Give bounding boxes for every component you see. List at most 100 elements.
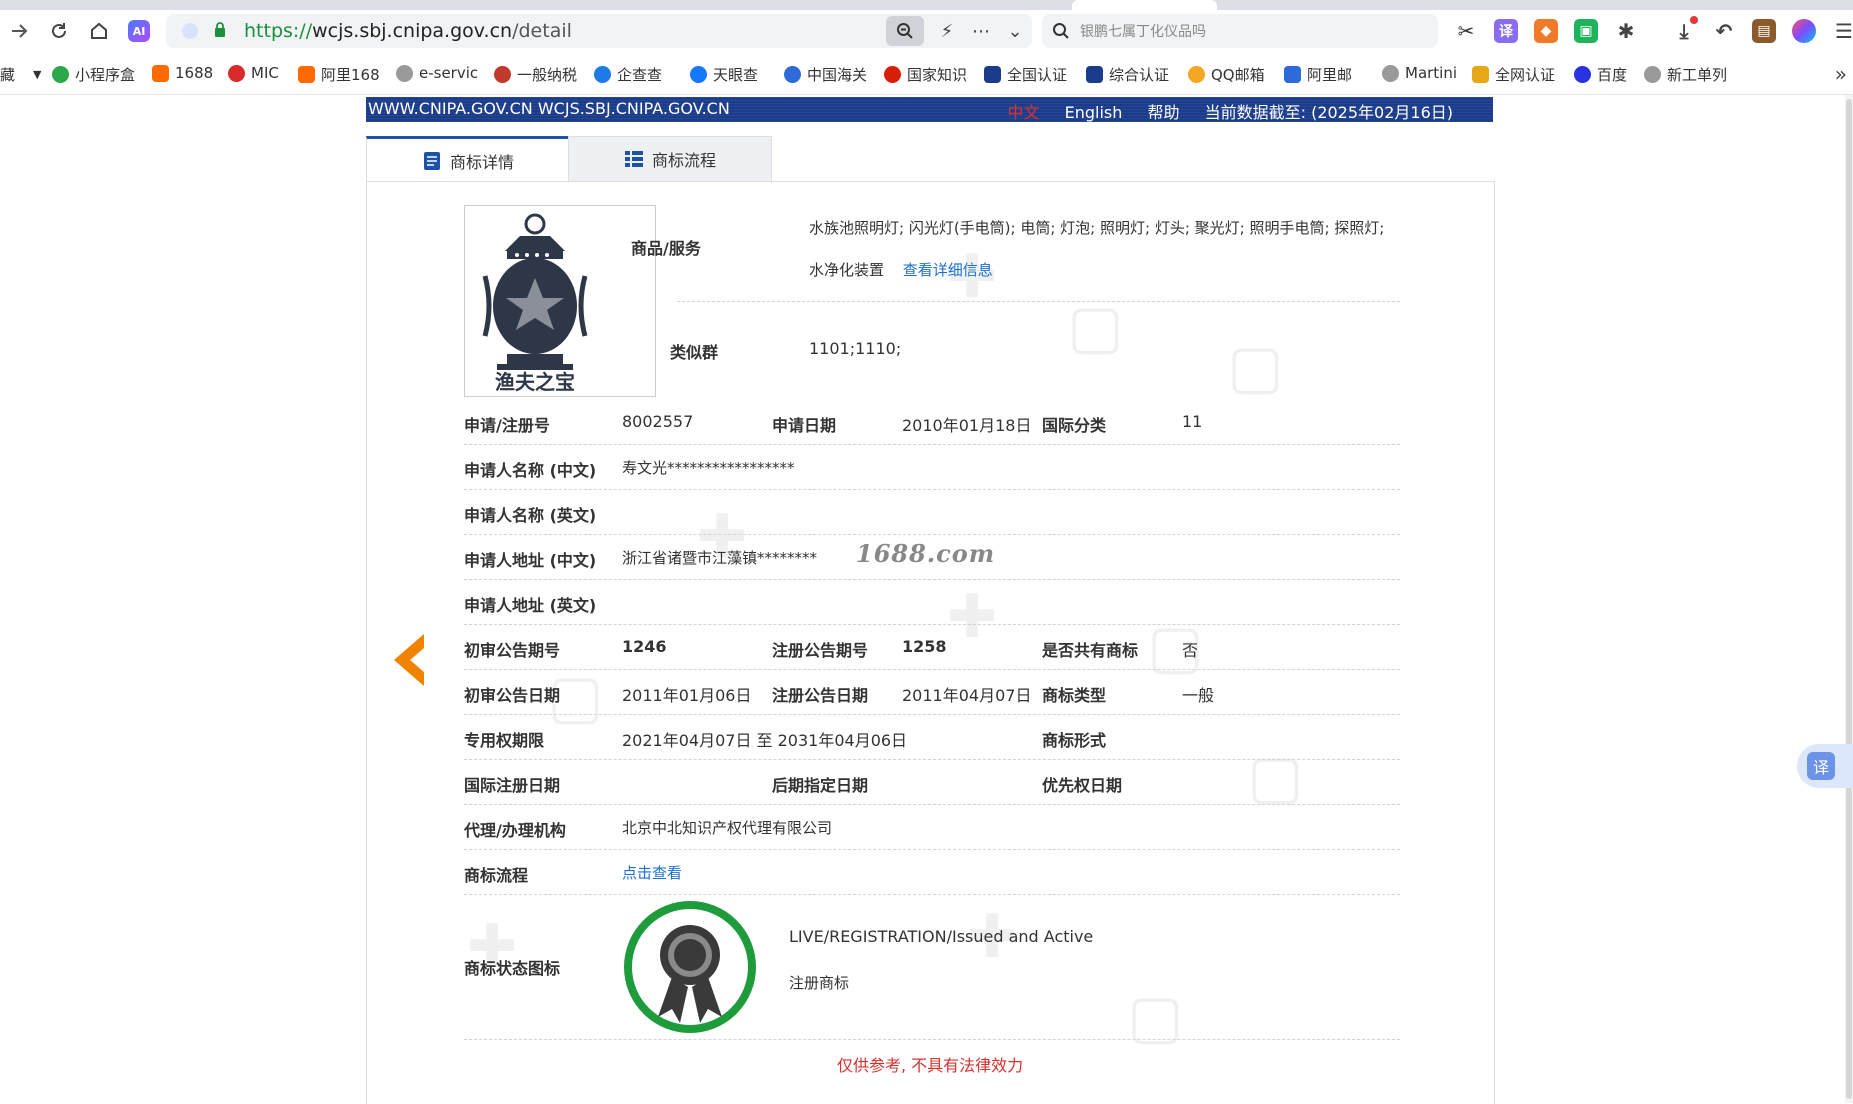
url-scheme: https:// [244, 20, 313, 42]
url-path: /detail [512, 20, 572, 42]
bookmark-label: 综合认证 [1109, 66, 1170, 84]
lang-zh-link[interactable]: 中文 [1008, 103, 1040, 122]
row-divider [464, 849, 1400, 850]
forward-icon[interactable] [4, 16, 34, 46]
green-ext-icon[interactable]: ▣ [1574, 19, 1598, 43]
bookmark-favicon-icon [784, 66, 801, 83]
page-scrollbar[interactable] [1845, 95, 1853, 1103]
bookmark-0[interactable]: 藏 ▼ [0, 64, 41, 85]
bookmark-label: 1688 [175, 64, 214, 82]
view-process-link[interactable]: 点击查看 [622, 862, 682, 883]
agent-label: 代理/办理机构 [464, 821, 566, 840]
bookmark-10[interactable]: 国家知识 [884, 64, 967, 85]
prelim-date-value: 2011年01月06日 [622, 686, 752, 705]
term-value: 2021年04月07日 至 2031年04月06日 [622, 731, 908, 750]
bookmark-label: QQ邮箱 [1211, 66, 1265, 84]
prelim-no-value: 1246 [622, 637, 667, 656]
app-date-label: 申请日期 [772, 416, 837, 435]
bookmark-favicon-icon [1284, 66, 1301, 83]
scrollbar-thumb[interactable] [1846, 99, 1852, 1099]
bookmark-13[interactable]: QQ邮箱 [1188, 64, 1265, 85]
bookmark-7[interactable]: 企查查 [594, 64, 662, 85]
row-divider [464, 444, 1400, 445]
lock-icon[interactable] [214, 22, 226, 37]
reg-no-value: 8002557 [622, 412, 694, 431]
bookmark-1[interactable]: 小程序盒 [52, 64, 135, 85]
translate-ext-icon[interactable]: 译 [1494, 19, 1518, 43]
detail-card: ✚ ▢ ▢ ✚ ✚ ▢ ▢ ▢ ✚ ✚ ▢ 渔夫之宝 商品/服务 水族池照明灯;… [366, 181, 1495, 1104]
browser-toolbar: AI https://wcjs.sbj.cnipa.gov.cn/detail … [0, 10, 1853, 52]
bookmark-label: Martini [1405, 64, 1458, 82]
trademark-form-label: 商标形式 [1042, 731, 1107, 750]
chevron-down-icon[interactable]: ▼ [33, 68, 41, 81]
bookmark-favicon-icon [984, 66, 1001, 83]
address-bar[interactable]: https://wcjs.sbj.cnipa.gov.cn/detail ⚡ ⋯… [166, 14, 1032, 48]
reload-icon[interactable] [44, 16, 74, 46]
profile-avatar-icon[interactable] [1792, 19, 1816, 43]
bookmark-16[interactable]: 全网认证 [1472, 64, 1555, 85]
bookmark-8[interactable]: 天眼查 [690, 64, 758, 85]
bookmark-12[interactable]: 综合认证 [1086, 64, 1169, 85]
bookmark-18[interactable]: 新工单列 [1644, 64, 1727, 85]
tab-trademark-detail[interactable]: 商标详情 [366, 136, 570, 182]
scissors-icon[interactable]: ✂ [1454, 19, 1478, 43]
reg-pub-no-value: 1258 [902, 637, 947, 656]
site-info-icon[interactable] [182, 23, 198, 39]
later-designation-label: 后期指定日期 [772, 776, 869, 795]
list-icon [624, 151, 643, 167]
previous-arrow-icon[interactable] [388, 630, 428, 690]
reg-no-label: 申请/注册号 [464, 416, 550, 435]
bookmark-5[interactable]: e-servic [396, 64, 478, 82]
briefcase-icon[interactable]: ▤ [1752, 19, 1776, 43]
bookmark-17[interactable]: 百度 [1574, 64, 1627, 85]
menu-icon[interactable]: ☰ [1832, 19, 1853, 43]
row-divider [464, 489, 1400, 490]
process-label: 商标流程 [464, 866, 529, 885]
home-icon[interactable] [84, 16, 114, 46]
browser-active-tab[interactable] [1072, 0, 1217, 10]
url-host: wcjs.sbj.cnipa.gov.cn [312, 20, 513, 42]
puzzle-icon[interactable]: ✱ [1614, 19, 1638, 43]
tab-trademark-process[interactable]: 商标流程 [568, 136, 772, 181]
bookmark-11[interactable]: 全国认证 [984, 64, 1067, 85]
view-details-link[interactable]: 查看详细信息 [903, 261, 993, 279]
row-divider [464, 714, 1400, 715]
prelim-date-label: 初审公告日期 [464, 686, 561, 705]
search-box[interactable]: 银鹏七属丁化仪品吗 [1042, 14, 1438, 48]
intl-reg-date-label: 国际注册日期 [464, 776, 561, 795]
search-placeholder: 银鹏七属丁化仪品吗 [1080, 24, 1206, 40]
bookmark-2[interactable]: 1688 [152, 64, 213, 82]
bookmark-favicon-icon [1188, 66, 1205, 83]
bookmark-favicon-icon [396, 64, 413, 82]
bookmark-6[interactable]: 一般纳税 [494, 64, 577, 85]
translate-floating-button[interactable]: 译 [1797, 744, 1853, 788]
applicant-en-label: 申请人名称 (英文) [464, 506, 597, 525]
undo-icon[interactable]: ↶ [1712, 19, 1736, 43]
bookmark-15[interactable]: Martini [1382, 64, 1457, 82]
chevron-down-icon[interactable]: ⌄ [998, 21, 1032, 42]
watermark-shape: ✚ [947, 582, 998, 652]
bookmark-favicon-icon [152, 64, 169, 82]
bookmarks-overflow-icon[interactable]: » [1835, 62, 1847, 86]
url-text[interactable]: https://wcjs.sbj.cnipa.gov.cn/detail [244, 20, 572, 42]
agent-value: 北京中北知识产权代理有限公司 [622, 819, 833, 837]
ai-assistant-icon[interactable]: AI [124, 16, 154, 46]
bookmark-favicon-icon [1644, 66, 1661, 83]
lightning-icon[interactable]: ⚡ [930, 21, 964, 42]
row-divider [464, 534, 1400, 535]
bookmark-14[interactable]: 阿里邮 [1284, 64, 1352, 85]
row-divider [464, 759, 1400, 760]
bookmark-9[interactable]: 中国海关 [784, 64, 867, 85]
lang-en-link[interactable]: English [1065, 103, 1123, 122]
bookmark-label: 全网认证 [1495, 66, 1556, 84]
bookmark-3[interactable]: MIC [228, 64, 279, 82]
help-link[interactable]: 帮助 [1147, 103, 1179, 122]
zoom-icon[interactable] [886, 16, 924, 46]
bookmark-favicon-icon [494, 66, 511, 83]
bookmark-4[interactable]: 阿里168 [298, 64, 380, 85]
header-nav: 中文 English 帮助 当前数据截至: (2025年02月16日) [1008, 99, 1454, 123]
trademark-type-value: 一般 [1182, 686, 1215, 705]
reg-pub-date-value: 2011年04月07日 [902, 686, 1032, 705]
more-icon[interactable]: ⋯ [964, 21, 998, 42]
game-ext-icon[interactable]: ◆ [1534, 19, 1558, 43]
